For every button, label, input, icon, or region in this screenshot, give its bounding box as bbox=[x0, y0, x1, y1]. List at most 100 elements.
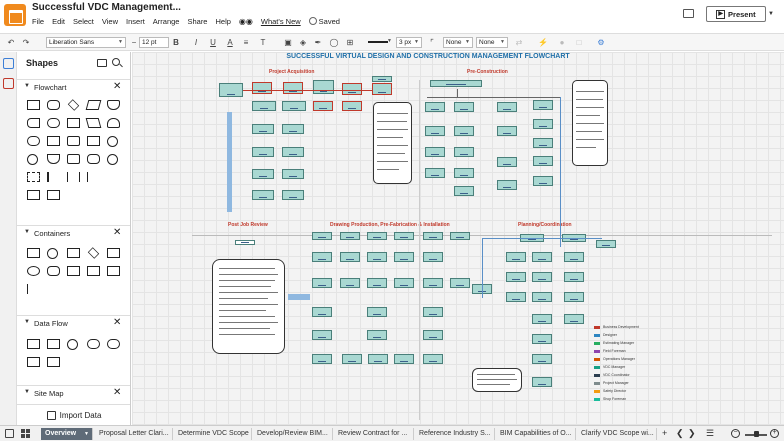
shape-table[interactable] bbox=[27, 190, 40, 200]
section-flowchart[interactable]: ▼ Flowchart ✕ bbox=[17, 79, 130, 95]
flow-box[interactable] bbox=[340, 232, 360, 240]
section-containers[interactable]: ▼ Containers ✕ bbox=[17, 225, 130, 241]
search-icon[interactable] bbox=[112, 58, 120, 66]
flow-box[interactable] bbox=[564, 252, 584, 262]
flow-box[interactable] bbox=[394, 354, 414, 364]
flow-box[interactable] bbox=[252, 124, 274, 134]
shape-multi-document[interactable] bbox=[87, 136, 100, 146]
flow-box[interactable] bbox=[506, 272, 526, 282]
flow-box[interactable] bbox=[282, 169, 304, 179]
section-label-pre-construction[interactable]: Pre-Construction bbox=[467, 69, 508, 75]
line-color-icon[interactable]: ✒ bbox=[313, 37, 323, 48]
flow-box[interactable] bbox=[532, 252, 552, 262]
flow-box[interactable] bbox=[454, 147, 474, 157]
shape-list[interactable] bbox=[47, 190, 60, 200]
flow-box[interactable] bbox=[454, 168, 474, 178]
shape-process[interactable] bbox=[27, 100, 40, 110]
flow-box[interactable] bbox=[454, 102, 474, 112]
tab-page[interactable]: Develop/Review BIM... bbox=[253, 428, 333, 440]
flowchart-title[interactable]: SUCCESSFUL VIRTUAL DESIGN AND CONSTRUCTI… bbox=[258, 53, 598, 60]
tab-page[interactable]: Determine VDC Scope bbox=[174, 428, 252, 440]
tab-page[interactable]: Proposal Letter Clari... bbox=[95, 428, 173, 440]
zoom-slider-handle[interactable] bbox=[754, 431, 759, 437]
menu-share[interactable]: Share bbox=[187, 17, 207, 26]
flow-box[interactable] bbox=[312, 232, 332, 240]
document-title[interactable]: Successful VDC Management... bbox=[32, 2, 181, 13]
upward-flow-arrow[interactable] bbox=[227, 112, 232, 212]
flow-box[interactable] bbox=[252, 190, 274, 200]
legend-item[interactable]: Safety Director bbox=[594, 388, 626, 394]
menu-arrange[interactable]: Arrange bbox=[153, 17, 180, 26]
legend-item[interactable]: Operations Manager bbox=[594, 356, 635, 362]
menu-file[interactable]: File bbox=[32, 17, 44, 26]
flow-box[interactable] bbox=[252, 101, 276, 111]
shape-container-tab[interactable] bbox=[107, 248, 120, 258]
flow-box[interactable] bbox=[423, 330, 443, 340]
redo-icon[interactable]: ↷ bbox=[21, 37, 31, 48]
text-color-button[interactable]: A bbox=[225, 37, 235, 48]
diagram-canvas[interactable]: SUCCESSFUL VIRTUAL DESIGN AND CONSTRUCTI… bbox=[132, 52, 784, 425]
flow-box[interactable] bbox=[506, 292, 526, 302]
shape-data[interactable] bbox=[85, 100, 102, 110]
flow-box[interactable] bbox=[313, 80, 334, 94]
underline-button[interactable]: U bbox=[208, 37, 218, 48]
flow-box[interactable] bbox=[450, 232, 470, 240]
shape-container-parallelogram[interactable] bbox=[87, 266, 100, 276]
flow-box[interactable] bbox=[533, 119, 553, 129]
flow-box[interactable] bbox=[497, 180, 517, 190]
flow-box[interactable] bbox=[497, 126, 517, 136]
flow-box[interactable] bbox=[283, 82, 303, 94]
bold-button[interactable]: B bbox=[171, 37, 181, 48]
flow-box[interactable] bbox=[423, 307, 443, 317]
close-icon[interactable]: ✕ bbox=[113, 227, 121, 238]
shape-data-store[interactable] bbox=[47, 339, 60, 349]
shape-merge[interactable] bbox=[47, 154, 60, 164]
tab-page[interactable]: BIM Capabilities of O... bbox=[496, 428, 576, 440]
flow-box[interactable] bbox=[506, 252, 526, 262]
menu-insert[interactable]: Insert bbox=[126, 17, 145, 26]
flow-box[interactable] bbox=[430, 80, 482, 87]
flow-box[interactable] bbox=[252, 169, 274, 179]
flow-box[interactable] bbox=[367, 252, 387, 262]
shape-process-rounded[interactable] bbox=[87, 339, 100, 349]
flow-box[interactable] bbox=[394, 252, 414, 262]
shape-external-entity[interactable] bbox=[27, 339, 40, 349]
pages-icon[interactable] bbox=[5, 429, 14, 438]
flow-box[interactable] bbox=[342, 354, 362, 364]
shape-container-rect[interactable] bbox=[27, 248, 40, 258]
font-size-field[interactable]: 12 pt bbox=[139, 37, 169, 48]
flow-box[interactable] bbox=[425, 168, 445, 178]
shape-brace[interactable] bbox=[67, 172, 80, 182]
flow-box[interactable] bbox=[394, 278, 414, 288]
shape-annotation[interactable] bbox=[27, 172, 40, 182]
legend-item[interactable]: Field Foreman bbox=[594, 348, 626, 354]
shape-database[interactable] bbox=[107, 118, 120, 128]
flow-box[interactable] bbox=[532, 377, 552, 387]
flow-box[interactable] bbox=[367, 232, 387, 240]
flow-box[interactable] bbox=[312, 354, 332, 364]
add-page-icon[interactable]: + bbox=[662, 428, 667, 439]
shape-process-circle[interactable] bbox=[67, 339, 78, 350]
flow-box[interactable] bbox=[425, 126, 445, 136]
flow-box[interactable] bbox=[219, 83, 243, 97]
flow-box[interactable] bbox=[533, 176, 553, 186]
shape-container-circle[interactable] bbox=[47, 248, 58, 259]
legend-item[interactable]: Business Development bbox=[594, 324, 639, 330]
flow-box[interactable] bbox=[367, 307, 387, 317]
flow-box[interactable] bbox=[282, 101, 306, 111]
close-icon[interactable]: ✕ bbox=[113, 387, 121, 398]
flow-box[interactable] bbox=[312, 252, 332, 262]
flow-box[interactable] bbox=[252, 82, 272, 94]
shape-hexagon[interactable] bbox=[87, 154, 100, 164]
flow-box[interactable] bbox=[454, 126, 474, 136]
flow-box[interactable] bbox=[532, 292, 552, 302]
binoculars-icon[interactable]: ◉◉ bbox=[239, 17, 253, 26]
flow-box[interactable] bbox=[532, 334, 552, 344]
flow-box[interactable] bbox=[497, 102, 517, 112]
app-logo[interactable] bbox=[4, 4, 26, 26]
shape-container-trapezoid[interactable] bbox=[107, 266, 120, 276]
flow-box[interactable] bbox=[564, 314, 584, 324]
start-arrow-select[interactable]: None ▼ bbox=[443, 37, 473, 48]
flow-box[interactable] bbox=[367, 278, 387, 288]
flow-box[interactable] bbox=[282, 124, 304, 134]
